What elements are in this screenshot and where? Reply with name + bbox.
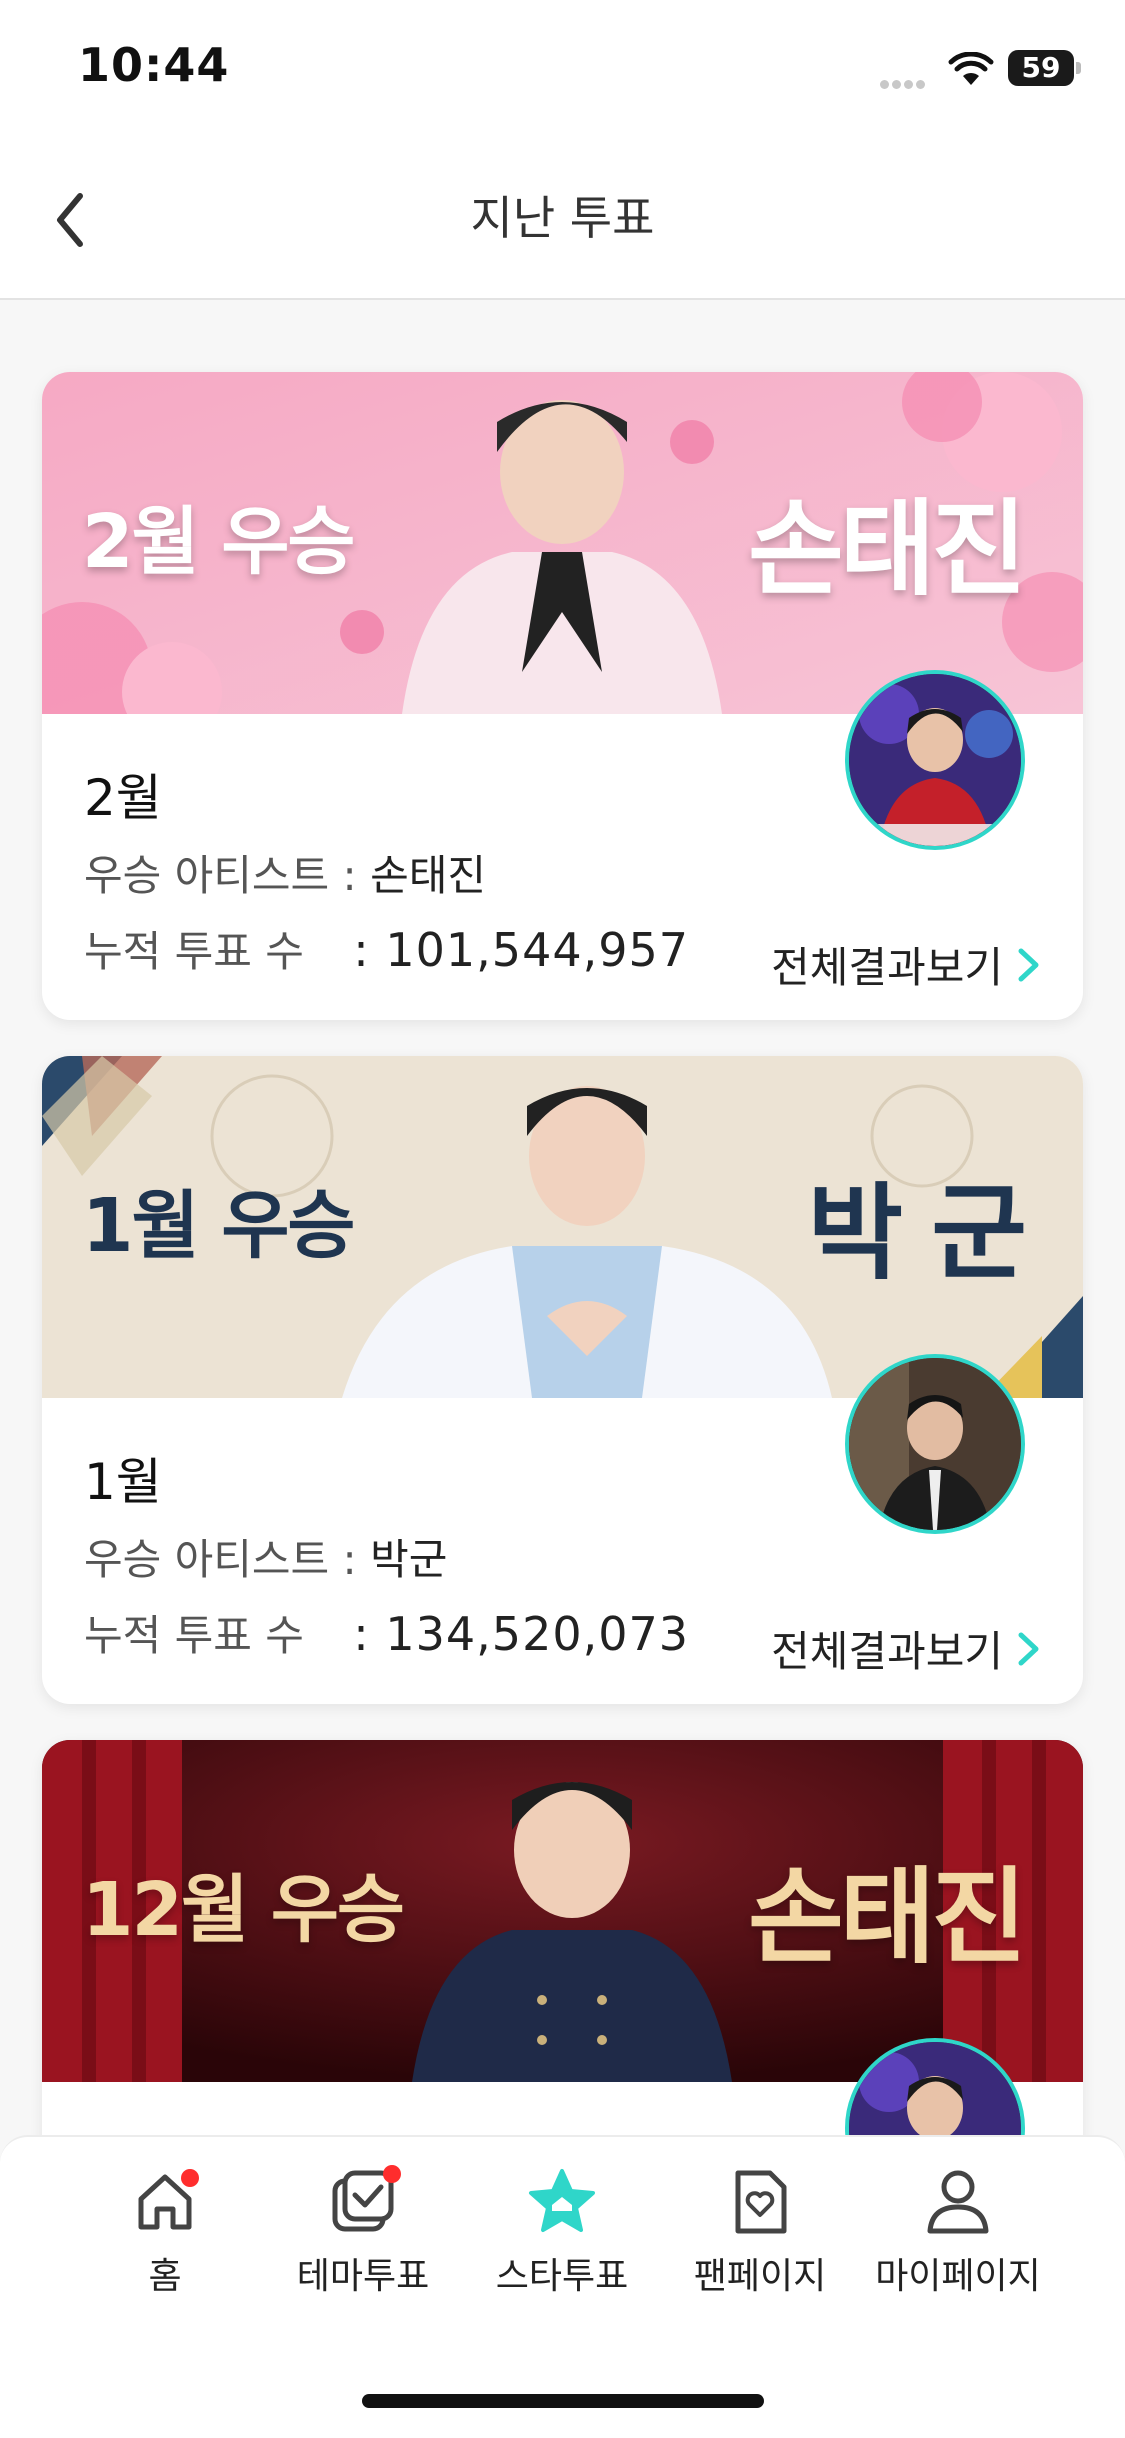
status-bar: 10:44 59 bbox=[0, 0, 1125, 140]
nav-fanpage[interactable]: 팬페이지 bbox=[660, 2165, 860, 2299]
page-title: 지난 투표 bbox=[470, 191, 655, 245]
winner-label: 우승 아티스트 : bbox=[84, 851, 357, 900]
vote-card[interactable]: 1월 우승 박 군 1월 우승 아티스트 : 박군 누적 투표 수 : 134,… bbox=[42, 1056, 1083, 1704]
mypage-icon bbox=[922, 2165, 994, 2237]
vote-banner: 2월 우승 손태진 bbox=[42, 372, 1083, 714]
votes-label: 누적 투표 수 bbox=[84, 927, 304, 976]
view-full-results-link[interactable]: 전체결과보기 bbox=[771, 1618, 1041, 1679]
fanpage-icon bbox=[724, 2165, 796, 2237]
notification-dot bbox=[383, 2165, 401, 2183]
vote-month: 1월 bbox=[84, 1453, 162, 1511]
nav-theme-vote-label: 테마투표 bbox=[296, 2256, 430, 2297]
home-icon bbox=[129, 2165, 201, 2237]
votes-label: 누적 투표 수 bbox=[84, 1611, 304, 1660]
view-full-results-label: 전체결과보기 bbox=[771, 943, 1003, 992]
bottom-navigation: 홈 테마투표 스타투표 팬페이지 마이페이지 bbox=[0, 2135, 1125, 2438]
status-time: 10:44 bbox=[78, 38, 230, 92]
page-header: 지난 투표 bbox=[0, 140, 1125, 300]
wifi-icon bbox=[948, 52, 994, 85]
nav-fanpage-label: 팬페이지 bbox=[693, 2256, 827, 2297]
vote-banner: 1월 우승 박 군 bbox=[42, 1056, 1083, 1398]
star-vote-icon bbox=[526, 2165, 598, 2237]
nav-mypage[interactable]: 마이페이지 bbox=[858, 2165, 1058, 2299]
winner-avatar bbox=[845, 1354, 1025, 1534]
nav-home[interactable]: 홈 bbox=[65, 2165, 265, 2299]
winner-row: 우승 아티스트 : 손태진 bbox=[84, 842, 486, 903]
theme-vote-icon bbox=[327, 2165, 401, 2237]
chevron-right-icon bbox=[1018, 948, 1039, 981]
banner-month-text: 12월 우승 bbox=[82, 1867, 405, 1953]
battery-indicator: 59 bbox=[1008, 50, 1074, 86]
vote-month: 2월 bbox=[84, 769, 162, 827]
vote-banner: 12월 우승 손태진 bbox=[42, 1740, 1083, 2082]
nav-mypage-label: 마이페이지 bbox=[875, 2256, 1041, 2297]
banner-month-text: 1월 우승 bbox=[82, 1183, 355, 1269]
cellular-signal-icon bbox=[880, 74, 928, 93]
nav-home-label: 홈 bbox=[148, 2256, 182, 2297]
banner-month-text: 2월 우승 bbox=[82, 499, 355, 585]
nav-theme-vote[interactable]: 테마투표 bbox=[263, 2165, 463, 2299]
vote-card[interactable]: 2월 우승 손태진 2월 우승 아티스트 : 손태진 누적 투표 수 : 101… bbox=[42, 372, 1083, 1020]
home-indicator bbox=[362, 2394, 764, 2408]
chevron-right-icon bbox=[1018, 1632, 1039, 1665]
votes-count: : 134,520,073 bbox=[353, 1607, 690, 1661]
view-full-results-label: 전체결과보기 bbox=[771, 1627, 1003, 1676]
banner-winner-text: 손태진 bbox=[747, 488, 1027, 610]
nav-star-vote-label: 스타투표 bbox=[495, 2256, 629, 2297]
battery-cap bbox=[1076, 62, 1081, 74]
winner-avatar bbox=[845, 670, 1025, 850]
banner-winner-text: 손태진 bbox=[747, 1856, 1027, 1978]
past-votes-list[interactable]: 2월 우승 손태진 2월 우승 아티스트 : 손태진 누적 투표 수 : 101… bbox=[0, 300, 1125, 2135]
winner-name: 손태진 bbox=[370, 851, 486, 900]
notification-dot bbox=[181, 2169, 199, 2187]
winner-row: 우승 아티스트 : 박군 bbox=[84, 1526, 447, 1587]
votes-row: 누적 투표 수 : 134,520,073 bbox=[84, 1602, 689, 1663]
banner-winner-text: 박 군 bbox=[807, 1172, 1027, 1294]
view-full-results-link[interactable]: 전체결과보기 bbox=[771, 934, 1041, 995]
winner-label: 우승 아티스트 : bbox=[84, 1535, 357, 1584]
votes-row: 누적 투표 수 : 101,544,957 bbox=[84, 918, 689, 979]
votes-count: : 101,544,957 bbox=[353, 923, 690, 977]
winner-name: 박군 bbox=[370, 1535, 448, 1584]
vote-card[interactable]: 12월 우승 손태진 bbox=[42, 1740, 1083, 2135]
nav-star-vote[interactable]: 스타투표 bbox=[462, 2165, 662, 2299]
